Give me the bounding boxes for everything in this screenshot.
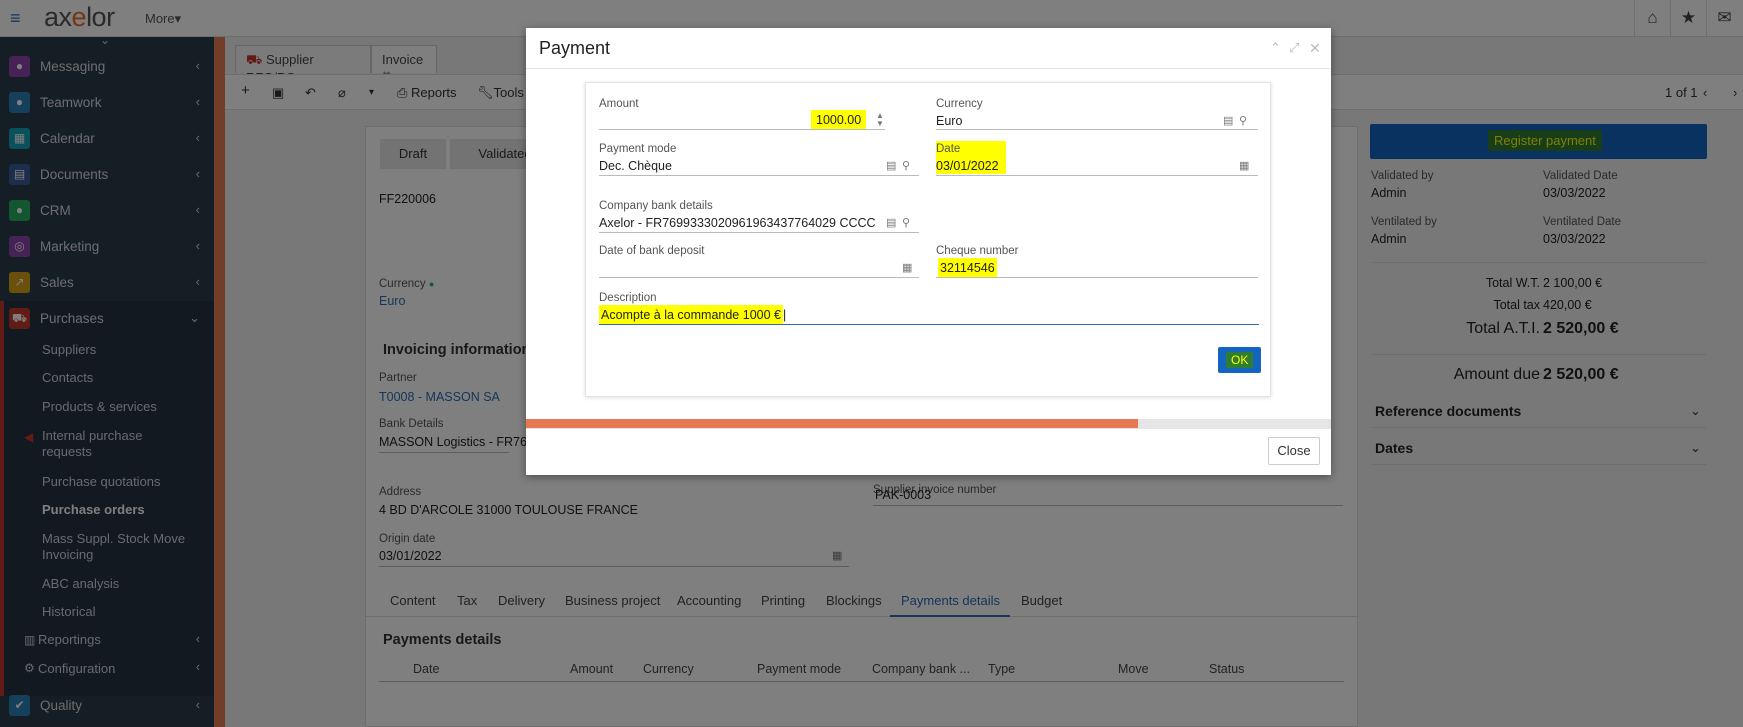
cheque-number-field[interactable]: 32114546 [936,258,999,278]
field-underline [936,129,1258,130]
payment-form: Amount 1000.00 ▲ ▼ Currency Euro ▤ ⚲ Paym… [585,82,1271,397]
date-label: Date [936,143,961,155]
close-icon[interactable]: ✕ [1309,40,1321,57]
progress-fill [526,419,1138,428]
bank-deposit-label: Date of bank deposit [599,245,705,257]
document-icon[interactable]: ▤ [886,216,896,229]
currency-field[interactable]: Euro [936,114,962,128]
field-underline [599,175,919,176]
description-field[interactable]: Acompte à la commande 1000 € | [599,305,786,325]
description-label: Description [599,292,657,304]
date-field[interactable]: 03/01/2022 [936,159,999,173]
stepper-icon[interactable]: ▲ ▼ [876,112,884,128]
company-bank-label: Company bank details [599,200,713,212]
amount-value: 1000.00 [811,110,867,130]
field-underline [599,232,919,233]
search-icon[interactable]: ⚲ [1239,114,1247,127]
cheque-number-value: 32114546 [938,258,997,278]
collapse-icon[interactable]: ⌃ [1270,40,1281,56]
calendar-icon[interactable]: ▦ [1239,159,1249,172]
description-value: Acompte à la commande 1000 € [599,305,783,325]
field-underline-focused [599,324,1259,325]
field-underline [936,175,1258,176]
document-icon[interactable]: ▤ [1223,114,1233,127]
ok-label: OK [1226,352,1254,368]
dialog-footer-divider [526,428,1331,429]
dialog-title: Payment [539,38,611,58]
close-button[interactable]: Close [1268,437,1320,465]
maximize-icon[interactable]: ⤢ [1289,40,1299,56]
ok-button[interactable]: OK [1218,347,1261,373]
progress-bar [526,419,1331,428]
currency-label: Currency [936,98,983,110]
payment-dialog: Payment ⌃ ⤢ ✕ Amount 1000.00 ▲ ▼ Currency… [526,28,1331,475]
search-icon[interactable]: ⚲ [902,159,910,172]
dialog-header-divider [526,68,1331,69]
amount-label: Amount [599,98,639,110]
bank-deposit-field[interactable] [599,277,919,278]
calendar-icon[interactable]: ▦ [902,261,912,274]
company-bank-field[interactable]: Axelor - FR76993330209619634377640​29 CC… [599,216,875,230]
cheque-number-label: Cheque number [936,245,1019,257]
search-icon[interactable]: ⚲ [902,216,910,229]
payment-mode-label: Payment mode [599,143,677,155]
field-underline [936,277,1258,278]
document-icon[interactable]: ▤ [886,159,896,172]
field-underline [599,129,885,130]
payment-mode-field[interactable]: Dec. Chèque [599,159,672,173]
